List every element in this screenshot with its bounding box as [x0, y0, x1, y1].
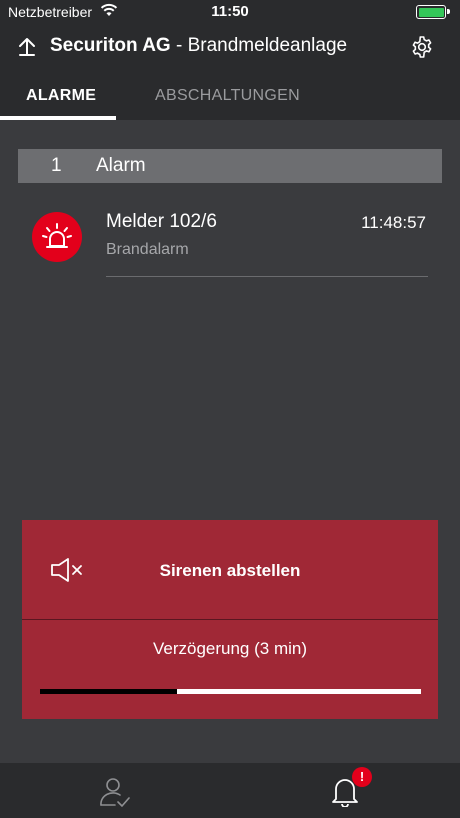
silence-sirens-button[interactable]: Sirenen abstellen	[22, 520, 438, 619]
alarm-light-icon	[32, 212, 82, 262]
status-bar: Netzbetreiber 11:50	[0, 0, 460, 24]
clock: 11:50	[211, 3, 249, 20]
alarm-group-header: 1 Alarm	[18, 149, 442, 183]
delay-label: Verzögerung (3 min)	[152, 639, 308, 658]
delay-progress-fill	[40, 689, 178, 694]
user-check-icon[interactable]	[98, 775, 132, 809]
tab-abschaltungen[interactable]: ABSCHALTUNGEN	[155, 87, 300, 105]
alarm-title: Melder 102/6	[106, 211, 217, 232]
divider	[22, 619, 438, 620]
up-arrow-icon[interactable]	[16, 36, 38, 58]
app-header: Securiton AG - Brandmeldeanlage	[0, 24, 460, 70]
alarm-group-label: Alarm	[96, 155, 146, 176]
title-separator: -	[170, 35, 188, 56]
silence-label: Sirenen abstellen	[159, 561, 301, 580]
alarm-type: Brandalarm	[106, 241, 189, 258]
notification-badge: !	[352, 767, 372, 787]
company-name: Securiton AG	[50, 35, 171, 56]
alarm-time: 11:48:57	[361, 213, 426, 232]
system-name: Brandmeldeanlage	[187, 35, 348, 56]
gear-icon[interactable]	[410, 35, 434, 59]
divider	[106, 276, 428, 277]
active-tab-indicator	[0, 116, 116, 120]
tab-bar: ALARME ABSCHALTUNGEN	[0, 70, 460, 120]
alarm-count: 1	[51, 155, 62, 176]
list-item[interactable]: Melder 102/6 Brandalarm 11:48:57	[18, 196, 442, 278]
bottom-tab-bar: !	[0, 763, 460, 818]
battery-icon	[416, 5, 450, 19]
action-panel: Sirenen abstellen Verzögerung (3 min)	[22, 520, 438, 719]
delay-progress-bar	[40, 689, 421, 694]
tab-alarme[interactable]: ALARME	[26, 87, 96, 105]
page-title: Securiton AG - Brandmeldeanlage	[50, 35, 347, 57]
